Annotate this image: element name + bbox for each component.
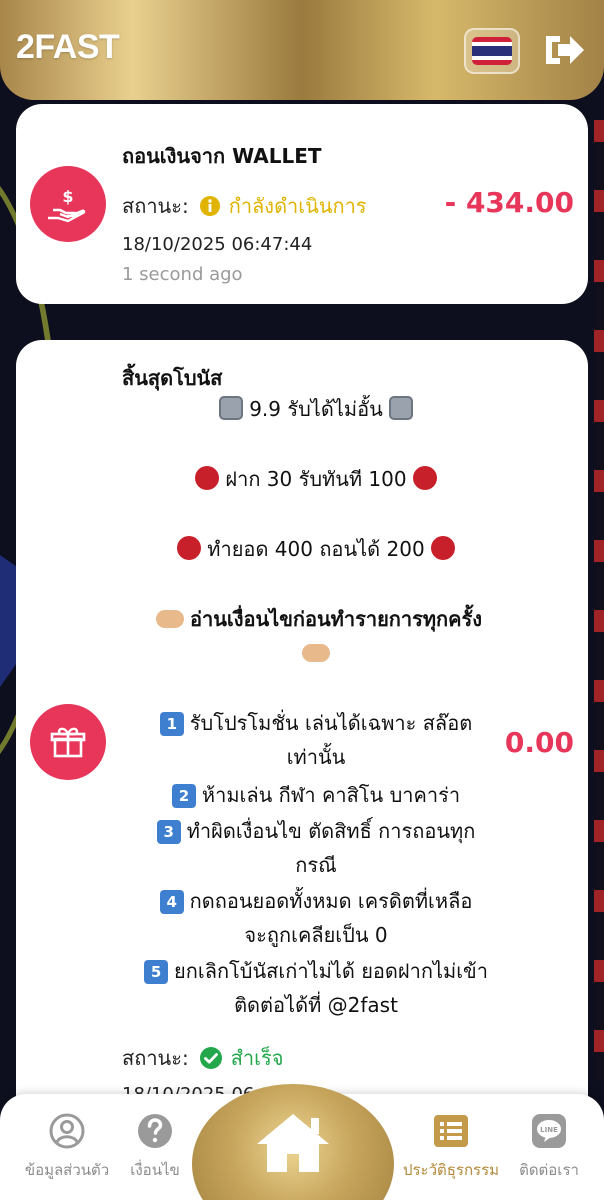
ogre-emoji-icon	[177, 536, 202, 560]
transaction-status-row: สถานะ: สำเร็จ	[122, 1042, 283, 1074]
keycap-number-icon: 5	[144, 960, 169, 984]
promo-line: ฝาก 30 รับทันที 100	[106, 462, 526, 496]
language-switch-button[interactable]	[464, 28, 520, 74]
status-badge-success: สำเร็จ	[199, 1042, 284, 1074]
status-text: สำเร็จ	[230, 1046, 284, 1070]
user-icon	[48, 1112, 86, 1150]
pointing-hand-icon	[155, 610, 184, 628]
promo-line: ทำยอด 400 ถอนได้ 200	[106, 532, 526, 566]
status-label: สถานะ:	[122, 1046, 189, 1070]
gift-icon	[30, 704, 106, 780]
transaction-card-bonus[interactable]: สิ้นสุดโบนัส 9.9 รับได้ไม่อั้น ฝาก 30 รั…	[16, 340, 588, 1160]
transaction-title: ถอนเงินจาก WALLET	[122, 144, 322, 168]
pointing-hand-icon	[302, 644, 330, 662]
background-right-strip	[594, 120, 604, 1080]
nav-item-history[interactable]: ประวัติธุรกรรม	[396, 1112, 506, 1182]
ogre-emoji-icon	[430, 536, 455, 560]
brand-logo[interactable]: 2FAST	[16, 28, 120, 67]
transaction-datetime: 18/10/2025 06:47:44	[122, 234, 313, 255]
transaction-card-withdraw[interactable]: $ ถอนเงินจาก WALLET สถานะ: กำลังดำเนินกา…	[16, 104, 588, 304]
keycap-number-icon: 1	[159, 712, 184, 736]
keycap-number-icon: 4	[159, 890, 184, 914]
ogre-emoji-icon	[412, 466, 437, 490]
keycap-number-icon: 3	[156, 820, 181, 844]
line-chat-icon: LINE	[530, 1112, 568, 1150]
svg-text:$: $	[62, 187, 73, 206]
nav-item-contact[interactable]: LINE ติดต่อเรา	[494, 1112, 604, 1182]
transaction-status-row: สถานะ: กำลังดำเนินการ	[122, 190, 367, 222]
logout-icon	[546, 36, 584, 64]
rule-item: 1 รับโปรโมชั่น เล่นได้เฉพาะ สล๊อต เท่านั้…	[106, 706, 526, 774]
transaction-title: สิ้นสุดโบนัส	[122, 366, 223, 390]
home-icon	[257, 1114, 329, 1172]
thailand-flag-icon	[472, 37, 512, 65]
question-icon	[136, 1112, 174, 1150]
svg-text:LINE: LINE	[540, 1126, 558, 1134]
rule-item: 4 กดถอนยอดทั้งหมด เครดิตที่เหลือ จะถูกเคล…	[106, 884, 526, 952]
logout-button[interactable]	[542, 30, 586, 70]
rule-item: 3 ทำผิดเงื่อนไข ตัดสิทธิ์ การถอนทุก กรณี	[106, 814, 526, 882]
keycap-number-icon: 2	[171, 784, 196, 808]
rule-item: 5 ยกเลิกโบ้นัสเก่าไม่ได้ ยอดฝากไม่เข้า ติ…	[106, 954, 526, 1022]
info-icon	[199, 196, 220, 216]
check-circle-icon	[199, 1047, 222, 1069]
transaction-relative-time: 1 second ago	[122, 264, 243, 285]
promo-line: 9.9 รับได้ไม่อั้น	[106, 392, 526, 426]
status-text: กำลังดำเนินการ	[228, 194, 367, 218]
rule-item: 2 ห้ามเล่น กีฬา คาสิโน บาคาร่า	[106, 778, 526, 812]
transaction-amount: - 434.00	[444, 186, 574, 219]
app-header: 2FAST	[0, 0, 604, 100]
status-label: สถานะ:	[122, 194, 189, 218]
history-list-icon	[432, 1112, 470, 1150]
nav-label: ประวัติธุรกรรม	[402, 1161, 500, 1179]
robot-emoji-icon	[219, 396, 244, 420]
hand-money-icon: $	[30, 166, 106, 242]
promo-warning-line: อ่านเงื่อนไขก่อนทำรายการทุกครั้ง	[106, 602, 526, 670]
status-badge-pending: กำลังดำเนินการ	[199, 190, 367, 222]
ogre-emoji-icon	[195, 466, 220, 490]
nav-label: ติดต่อเรา	[519, 1161, 579, 1179]
robot-emoji-icon	[388, 396, 413, 420]
